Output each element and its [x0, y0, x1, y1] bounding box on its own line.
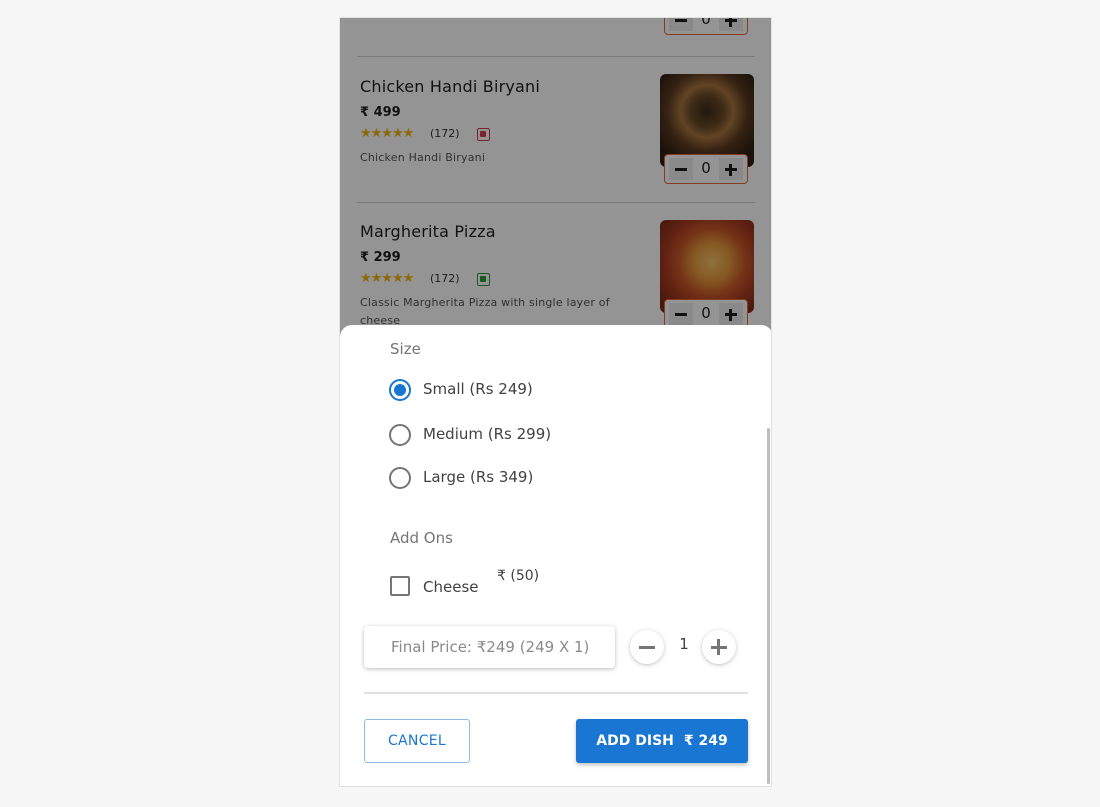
decrease-quantity-button[interactable] — [630, 630, 664, 664]
size-option-small[interactable]: Small (Rs 249) — [389, 378, 689, 402]
add-dish-price: ₹ 249 — [683, 733, 728, 749]
phone-screen: 0 Chicken Handi Biryani ₹ 499 ★★★★★ (172… — [339, 17, 772, 787]
customize-dish-sheet: Size Small (Rs 249) Medium (Rs 299) Larg… — [340, 325, 771, 786]
addons-section-label: Add Ons — [390, 529, 453, 547]
size-option-label: Small (Rs 249) — [423, 380, 533, 398]
final-price-field: Final Price: ₹249 (249 X 1) — [364, 626, 615, 668]
divider — [364, 692, 748, 694]
size-option-label: Large (Rs 349) — [423, 468, 534, 486]
addon-label[interactable]: Cheese — [423, 578, 478, 596]
quantity-value: 1 — [679, 635, 689, 653]
cancel-button[interactable]: CANCEL — [364, 719, 470, 763]
radio-checked-icon[interactable] — [389, 379, 411, 401]
radio-unchecked-icon[interactable] — [389, 467, 411, 489]
size-section-label: Size — [390, 340, 421, 358]
add-dish-label: ADD DISH — [596, 733, 674, 749]
size-option-large[interactable]: Large (Rs 349) — [389, 466, 689, 490]
radio-unchecked-icon[interactable] — [389, 424, 411, 446]
scrollbar[interactable] — [767, 428, 770, 784]
increase-quantity-button[interactable] — [702, 630, 736, 664]
size-option-label: Medium (Rs 299) — [423, 425, 552, 443]
add-dish-button[interactable]: ADD DISH ₹ 249 — [576, 719, 748, 763]
checkbox-icon[interactable] — [390, 576, 410, 596]
addon-price: ₹ (50) — [497, 568, 540, 584]
size-option-medium[interactable]: Medium (Rs 299) — [389, 423, 689, 447]
